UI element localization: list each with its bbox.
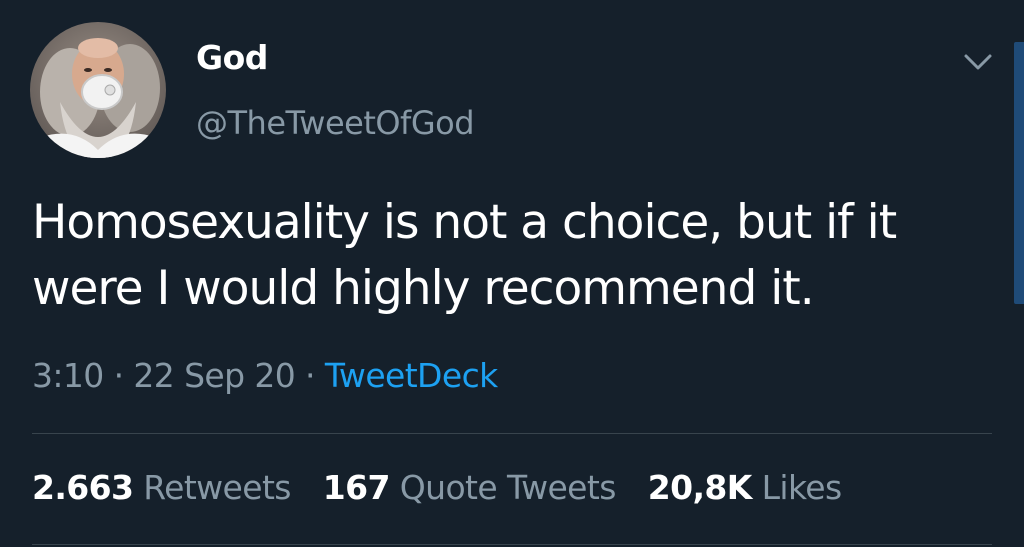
author-display-name[interactable]: God xyxy=(196,38,268,78)
chevron-down-icon xyxy=(964,54,992,70)
avatar[interactable] xyxy=(30,22,166,158)
tweet-detail-screen: God @TheTweetOfGod Homosexuality is not … xyxy=(0,0,1024,547)
tweet-source-link[interactable]: TweetDeck xyxy=(325,356,498,395)
tweet-text: Homosexuality is not a choice, but if it… xyxy=(32,195,897,316)
retweets-label: Retweets xyxy=(143,468,291,507)
tweet-date[interactable]: 22 Sep 20 xyxy=(133,356,295,395)
engagement-stats: 2.663 Retweets 167 Quote Tweets 20,8K Li… xyxy=(32,468,864,508)
more-options-button[interactable] xyxy=(958,44,998,80)
divider xyxy=(32,544,992,545)
meta-separator: · xyxy=(113,356,124,395)
likes-count: 20,8K xyxy=(647,468,753,507)
retweets-stat[interactable]: 2.663 Retweets xyxy=(32,468,292,508)
divider xyxy=(32,433,992,434)
tweet-metadata: 3:10 · 22 Sep 20 · TweetDeck xyxy=(32,356,498,396)
author-handle[interactable]: @TheTweetOfGod xyxy=(196,104,475,142)
retweets-count: 2.663 xyxy=(32,468,134,507)
avatar-image xyxy=(30,22,166,158)
likes-stat[interactable]: 20,8K Likes xyxy=(648,468,842,508)
tweet-time[interactable]: 3:10 xyxy=(32,356,104,395)
quote-tweets-label: Quote Tweets xyxy=(399,468,617,507)
meta-separator: · xyxy=(305,356,315,395)
likes-label: Likes xyxy=(761,468,843,507)
scrollbar[interactable] xyxy=(1014,42,1024,304)
quote-tweets-stat[interactable]: 167 Quote Tweets xyxy=(322,468,617,508)
quote-tweets-count: 167 xyxy=(322,468,391,507)
